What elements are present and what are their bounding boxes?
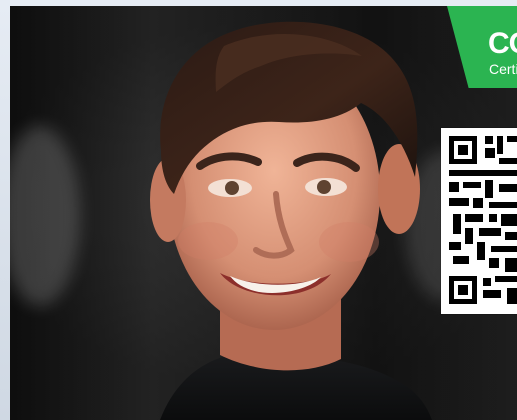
- right-cheek: [319, 222, 379, 262]
- poster-canvas: CO Certif: [0, 0, 517, 420]
- badge-title: CO: [488, 27, 517, 60]
- qr-code-icon: [441, 128, 517, 314]
- right-iris: [317, 180, 331, 194]
- qr-code[interactable]: [441, 128, 517, 314]
- portrait-photo: CO Certif: [10, 6, 517, 420]
- badge-subtitle: Certif: [489, 61, 517, 77]
- left-cheek: [178, 222, 238, 260]
- left-iris: [225, 181, 239, 195]
